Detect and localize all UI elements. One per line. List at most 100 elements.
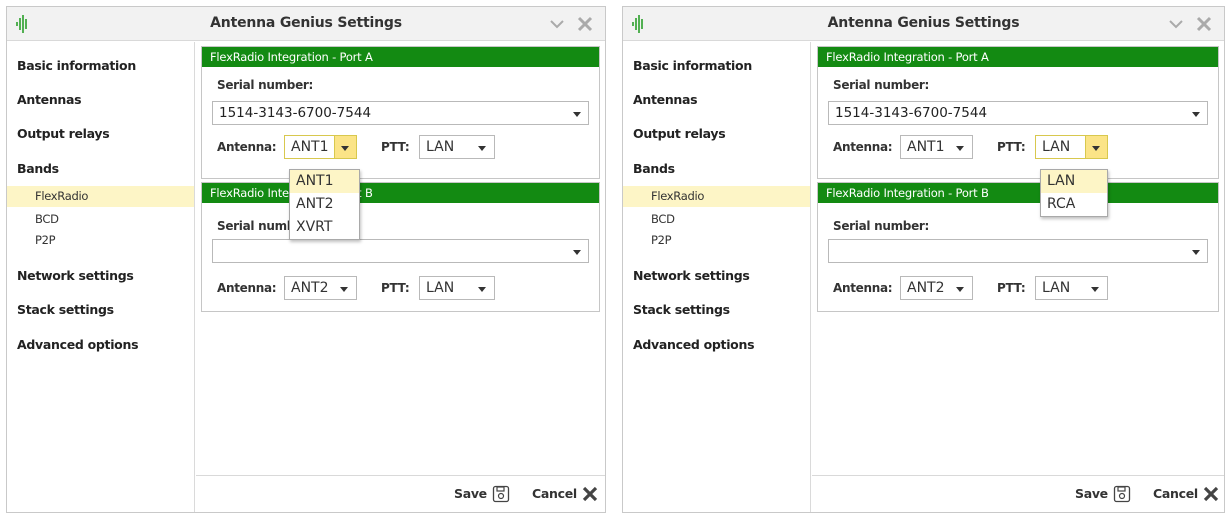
sidebar-item-p2p[interactable]: P2P	[623, 230, 810, 251]
sidebar-item-antennas[interactable]: Antennas	[623, 88, 810, 112]
port-a-ptt-value: LAN	[426, 139, 455, 155]
window-title: Antenna Genius Settings	[827, 15, 1020, 31]
antenna-dropdown-list: ANT1 ANT2 XVRT	[289, 169, 360, 240]
port-a-group: FlexRadio Integration - Port A Serial nu…	[201, 46, 600, 179]
sidebar-item-flexradio[interactable]: FlexRadio	[623, 186, 810, 207]
cancel-label: Cancel	[532, 486, 577, 501]
dropdown-option-rca[interactable]: RCA	[1041, 193, 1107, 216]
sidebar-item-stack-settings[interactable]: Stack settings	[623, 298, 810, 322]
port-b-antenna-select[interactable]: ANT2	[900, 276, 973, 300]
sidebar-item-output-relays[interactable]: Output relays	[7, 122, 194, 146]
port-a-antenna-select[interactable]: ANT1	[900, 135, 973, 159]
sidebar-item-stack-settings[interactable]: Stack settings	[7, 298, 194, 322]
antenna-label: Antenna:	[833, 140, 893, 154]
port-b-antenna-value: ANT2	[291, 280, 329, 296]
chevron-down-icon[interactable]	[547, 14, 567, 34]
antenna-label: Antenna:	[833, 281, 893, 295]
sidebar-item-output-relays[interactable]: Output relays	[623, 122, 810, 146]
antenna-label: Antenna:	[217, 140, 277, 154]
settings-window-left: Antenna Genius Settings Basic informatio…	[6, 6, 606, 513]
dropdown-option-ant1[interactable]: ANT1	[290, 170, 359, 193]
save-button[interactable]: Save	[1075, 484, 1131, 504]
dropdown-button[interactable]	[1085, 136, 1107, 158]
sidebar-item-advanced-options[interactable]: Advanced options	[623, 333, 810, 357]
cancel-icon	[1203, 486, 1219, 502]
sidebar-item-network-settings[interactable]: Network settings	[7, 264, 194, 288]
chevron-down-icon[interactable]	[1166, 14, 1186, 34]
sidebar: Basic information Antennas Output relays…	[7, 42, 195, 512]
ptt-label: PTT:	[997, 281, 1026, 295]
dropdown-arrow-icon	[1192, 250, 1200, 255]
sidebar-item-bands[interactable]: Bands	[623, 157, 810, 181]
close-icon[interactable]	[1194, 14, 1214, 34]
ptt-label: PTT:	[997, 140, 1026, 154]
dropdown-arrow-icon	[478, 287, 486, 292]
dropdown-option-ant2[interactable]: ANT2	[290, 193, 359, 216]
dropdown-button[interactable]	[334, 136, 356, 158]
port-a-serial-value: 1514-3143-6700-7544	[219, 105, 372, 121]
port-a-serial-select[interactable]: 1514-3143-6700-7544	[828, 101, 1208, 125]
port-b-header: FlexRadio Integration - Port B	[818, 183, 1218, 203]
dropdown-option-lan[interactable]: LAN	[1041, 170, 1107, 193]
port-b-serial-select[interactable]	[212, 239, 589, 263]
footer-bar: Save Cancel	[196, 475, 605, 512]
cancel-button[interactable]: Cancel	[532, 484, 598, 504]
port-b-group: FlexRadio Integration - Port B Serial nu…	[817, 182, 1219, 312]
sidebar-item-p2p[interactable]: P2P	[7, 230, 194, 251]
port-b-antenna-select[interactable]: ANT2	[284, 276, 357, 300]
port-a-ptt-select[interactable]: LAN	[419, 135, 495, 159]
save-icon	[492, 485, 510, 503]
ptt-label: PTT:	[381, 140, 410, 154]
ptt-dropdown-list: LAN RCA	[1040, 169, 1108, 217]
save-button[interactable]: Save	[454, 484, 510, 504]
dropdown-arrow-icon	[573, 250, 581, 255]
port-a-serial-select[interactable]: 1514-3143-6700-7544	[212, 101, 589, 125]
dropdown-arrow-icon	[573, 112, 581, 117]
sidebar-item-network-settings[interactable]: Network settings	[623, 264, 810, 288]
settings-window-right: Antenna Genius Settings Basic informatio…	[622, 6, 1225, 513]
sidebar-item-basic-information[interactable]: Basic information	[7, 54, 194, 78]
dropdown-arrow-icon	[341, 146, 349, 151]
port-a-antenna-select[interactable]: ANT1	[284, 135, 357, 159]
settings-content: FlexRadio Integration - Port A Serial nu…	[812, 42, 1224, 512]
sidebar-item-advanced-options[interactable]: Advanced options	[7, 333, 194, 357]
port-b-ptt-value: LAN	[1042, 280, 1071, 296]
port-a-group: FlexRadio Integration - Port A Serial nu…	[817, 46, 1219, 179]
serial-number-label: Serial number:	[217, 78, 314, 92]
save-icon	[1113, 485, 1131, 503]
port-b-antenna-value: ANT2	[907, 280, 945, 296]
save-label: Save	[454, 486, 487, 501]
port-b-serial-select[interactable]	[828, 239, 1208, 263]
sidebar-item-antennas[interactable]: Antennas	[7, 88, 194, 112]
port-a-header: FlexRadio Integration - Port A	[202, 47, 599, 67]
dropdown-arrow-icon	[956, 146, 964, 151]
settings-content: FlexRadio Integration - Port A Serial nu…	[196, 42, 605, 512]
sidebar-item-basic-information[interactable]: Basic information	[623, 54, 810, 78]
port-a-antenna-value: ANT1	[291, 139, 329, 155]
window-title: Antenna Genius Settings	[210, 15, 402, 31]
port-b-group: FlexRadio Integration - Port B Serial nu…	[201, 182, 600, 312]
dropdown-arrow-icon	[340, 287, 348, 292]
sidebar-item-bands[interactable]: Bands	[7, 157, 194, 181]
port-a-header: FlexRadio Integration - Port A	[818, 47, 1218, 67]
ptt-label: PTT:	[381, 281, 410, 295]
port-b-header: FlexRadio Integration - Port B	[202, 183, 599, 203]
cancel-button[interactable]: Cancel	[1153, 484, 1219, 504]
sidebar-item-bcd[interactable]: BCD	[7, 209, 194, 230]
port-b-ptt-select[interactable]: LAN	[1035, 276, 1108, 300]
antenna-label: Antenna:	[217, 281, 277, 295]
title-bar: Antenna Genius Settings	[623, 7, 1224, 41]
dropdown-option-xvrt[interactable]: XVRT	[290, 216, 359, 239]
title-bar: Antenna Genius Settings	[7, 7, 605, 41]
sidebar-item-bcd[interactable]: BCD	[623, 209, 810, 230]
dropdown-arrow-icon	[1192, 112, 1200, 117]
port-b-ptt-value: LAN	[426, 280, 455, 296]
dropdown-arrow-icon	[956, 287, 964, 292]
sidebar-item-flexradio[interactable]: FlexRadio	[7, 186, 194, 207]
port-b-ptt-select[interactable]: LAN	[419, 276, 495, 300]
serial-number-label: Serial number:	[833, 219, 930, 233]
close-icon[interactable]	[575, 14, 595, 34]
cancel-icon	[582, 486, 598, 502]
port-a-ptt-value: LAN	[1042, 139, 1071, 155]
port-a-ptt-select[interactable]: LAN	[1035, 135, 1108, 159]
